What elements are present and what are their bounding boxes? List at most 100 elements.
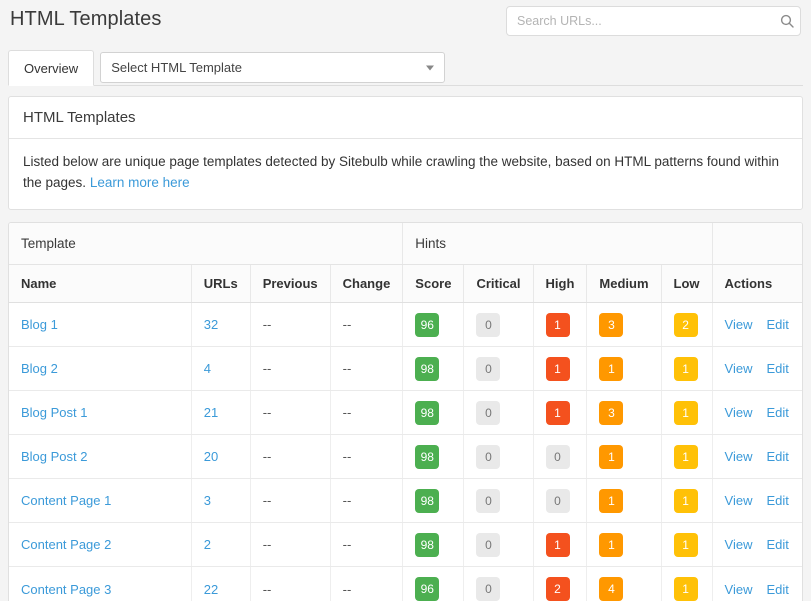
cell-critical: 0 xyxy=(463,522,534,568)
template-name-link[interactable]: Blog 1 xyxy=(21,317,58,332)
search-icon[interactable] xyxy=(774,14,800,28)
group-header-actions xyxy=(711,222,802,266)
cell-change: -- xyxy=(329,434,403,480)
template-name-link[interactable]: Blog Post 1 xyxy=(21,405,88,420)
cell-score: 96 xyxy=(402,566,464,601)
edit-link[interactable]: Edit xyxy=(766,361,788,376)
cell-change: -- xyxy=(329,566,403,601)
tab-bar: Overview Select HTML Template xyxy=(8,50,803,86)
column-header-previous[interactable]: Previous xyxy=(249,264,331,304)
cell-high: 1 xyxy=(532,522,587,568)
critical-badge: 0 xyxy=(476,400,501,425)
cell-name: Blog Post 2 xyxy=(9,434,192,480)
cell-actions: View Edit xyxy=(711,390,802,436)
top-bar: HTML Templates xyxy=(0,0,811,48)
cell-score: 98 xyxy=(402,346,464,392)
cell-previous: -- xyxy=(249,522,331,568)
cell-high: 1 xyxy=(532,390,587,436)
template-name-link[interactable]: Content Page 1 xyxy=(21,493,111,508)
edit-link[interactable]: Edit xyxy=(766,582,788,597)
template-name-link[interactable]: Blog Post 2 xyxy=(21,449,88,464)
cell-critical: 0 xyxy=(463,478,534,524)
cell-name: Blog 1 xyxy=(9,302,192,348)
edit-link[interactable]: Edit xyxy=(766,449,788,464)
cell-change: -- xyxy=(329,346,403,392)
score-badge: 98 xyxy=(415,444,440,469)
edit-link[interactable]: Edit xyxy=(766,537,788,552)
cell-actions: View Edit xyxy=(711,566,802,601)
cell-low: 1 xyxy=(660,566,713,601)
urls-count-link[interactable]: 21 xyxy=(204,405,218,420)
template-name-link[interactable]: Blog 2 xyxy=(21,361,58,376)
cell-previous: -- xyxy=(249,302,331,348)
cell-low: 2 xyxy=(660,302,713,348)
urls-count-link[interactable]: 4 xyxy=(204,361,211,376)
cell-previous: -- xyxy=(249,346,331,392)
edit-link[interactable]: Edit xyxy=(766,317,788,332)
view-link[interactable]: View xyxy=(725,493,753,508)
cell-previous: -- xyxy=(249,478,331,524)
search-box[interactable] xyxy=(506,6,801,36)
table-group-header-row: Template Hints xyxy=(9,222,802,266)
view-link[interactable]: View xyxy=(725,582,753,597)
learn-more-link[interactable]: Learn more here xyxy=(90,175,190,190)
view-link[interactable]: View xyxy=(725,405,753,420)
html-template-select[interactable]: Select HTML Template xyxy=(100,52,446,83)
cell-medium: 3 xyxy=(586,390,662,436)
cell-change: -- xyxy=(329,390,403,436)
template-name-link[interactable]: Content Page 3 xyxy=(21,582,111,597)
column-header-medium[interactable]: Medium xyxy=(586,264,662,304)
column-header-critical[interactable]: Critical xyxy=(463,264,534,304)
cell-change: -- xyxy=(329,478,403,524)
critical-badge: 0 xyxy=(476,488,501,513)
cell-urls: 4 xyxy=(190,346,251,392)
template-name-link[interactable]: Content Page 2 xyxy=(21,537,111,552)
view-link[interactable]: View xyxy=(725,449,753,464)
view-link[interactable]: View xyxy=(725,317,753,332)
column-header-high[interactable]: High xyxy=(532,264,587,304)
cell-score: 96 xyxy=(402,302,464,348)
column-header-urls[interactable]: URLs xyxy=(190,264,251,304)
low-badge: 1 xyxy=(673,444,698,469)
cell-medium: 3 xyxy=(586,302,662,348)
cell-previous: -- xyxy=(249,566,331,601)
chevron-down-icon xyxy=(426,65,435,70)
cell-low: 1 xyxy=(660,390,713,436)
medium-badge: 1 xyxy=(599,488,624,513)
tab-overview[interactable]: Overview xyxy=(8,50,95,86)
urls-count-link[interactable]: 32 xyxy=(204,317,218,332)
cell-name: Blog Post 1 xyxy=(9,390,192,436)
critical-badge: 0 xyxy=(476,356,501,381)
cell-change: -- xyxy=(329,522,403,568)
view-link[interactable]: View xyxy=(725,537,753,552)
column-header-score[interactable]: Score xyxy=(402,264,464,304)
group-header-template: Template xyxy=(9,222,403,266)
cell-critical: 0 xyxy=(463,566,534,601)
cell-medium: 1 xyxy=(586,346,662,392)
table-row: Blog Post 2 20 -- -- 98 0 0 1 1 View Edit xyxy=(9,434,802,480)
column-header-low[interactable]: Low xyxy=(660,264,713,304)
medium-badge: 3 xyxy=(599,400,624,425)
cell-actions: View Edit xyxy=(711,522,802,568)
cell-urls: 21 xyxy=(190,390,251,436)
table-row: Blog Post 1 21 -- -- 98 0 1 3 1 View Edit xyxy=(9,390,802,436)
critical-badge: 0 xyxy=(476,312,501,337)
medium-badge: 1 xyxy=(599,532,624,557)
edit-link[interactable]: Edit xyxy=(766,493,788,508)
cell-medium: 4 xyxy=(586,566,662,601)
urls-count-link[interactable]: 3 xyxy=(204,493,211,508)
table-row: Blog 2 4 -- -- 98 0 1 1 1 View Edit xyxy=(9,346,802,392)
column-header-name[interactable]: Name xyxy=(9,264,192,304)
medium-badge: 3 xyxy=(599,312,624,337)
urls-count-link[interactable]: 2 xyxy=(204,537,211,552)
view-link[interactable]: View xyxy=(725,361,753,376)
column-header-change[interactable]: Change xyxy=(329,264,403,304)
urls-count-link[interactable]: 20 xyxy=(204,449,218,464)
high-badge: 1 xyxy=(545,532,570,557)
urls-count-link[interactable]: 22 xyxy=(204,582,218,597)
cell-score: 98 xyxy=(402,522,464,568)
edit-link[interactable]: Edit xyxy=(766,405,788,420)
cell-actions: View Edit xyxy=(711,434,802,480)
templates-table: Template Hints Name URLs Previous Change… xyxy=(9,222,802,601)
search-input[interactable] xyxy=(507,14,774,28)
